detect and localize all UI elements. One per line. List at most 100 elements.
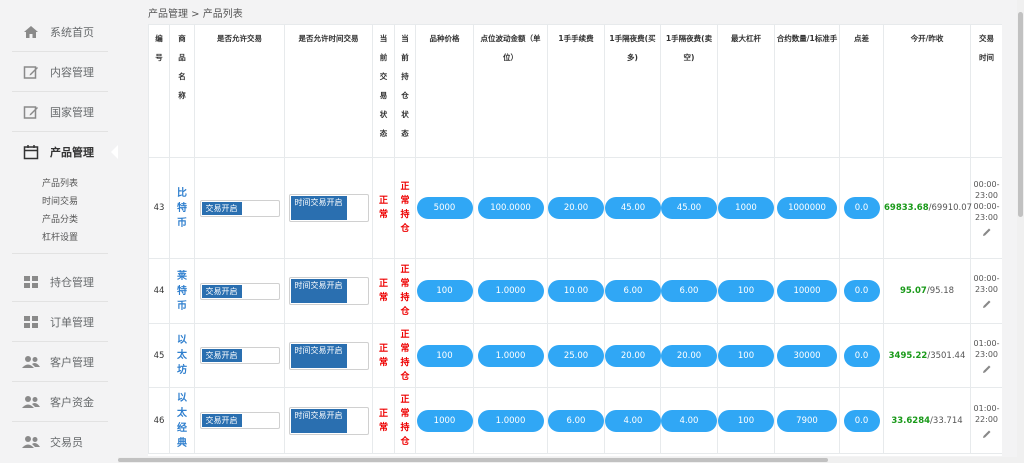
contract-pill[interactable]: 1000000: [777, 197, 837, 219]
time-trade-toggle[interactable]: 时间交易开启: [288, 341, 369, 370]
cell-point-value: 100.0000: [473, 157, 548, 259]
cell-name[interactable]: 比特币: [169, 157, 195, 259]
table-row: 45 以太坊 交易开启 时间交易开启 正常 正常持仓 100 1.0000 25…: [148, 323, 1002, 388]
contract-pill[interactable]: 7900: [777, 409, 837, 432]
cell-trade-time: 00:00-23:00 00:00-23:00: [970, 157, 1002, 259]
pencil-icon[interactable]: [982, 429, 992, 439]
price-pill[interactable]: 5000: [416, 197, 473, 219]
leverage-pill[interactable]: 100: [718, 409, 774, 432]
cell-trade-time: 01:00-23:00: [970, 323, 1002, 388]
overnight-buy-pill[interactable]: 20.00: [605, 344, 661, 367]
fee-pill[interactable]: 6.00: [548, 409, 604, 432]
open-price: 95.07: [899, 286, 927, 296]
vertical-scrollbar[interactable]: [1017, 0, 1024, 463]
cell-hold-status: 正常持仓: [394, 323, 416, 388]
header-point-value: 点位波动金额（单位）: [473, 24, 548, 158]
cell-trade-status: 正常: [372, 157, 395, 259]
header-price: 品种价格: [415, 24, 474, 158]
header-spread: 点差: [839, 24, 884, 158]
leverage-pill[interactable]: 100: [718, 280, 774, 302]
sidebar-item-product[interactable]: 产品管理: [12, 133, 108, 171]
time-trade-toggle[interactable]: 时间交易开启: [288, 277, 369, 305]
cell-name[interactable]: 莱特币: [169, 258, 195, 324]
time-trade-toggle[interactable]: 时间交易开启: [288, 406, 369, 435]
overnight-buy-pill[interactable]: 45.00: [605, 197, 661, 219]
sidebar-item-country[interactable]: 国家管理: [12, 93, 108, 132]
breadcrumb: 产品管理 > 产品列表: [148, 9, 243, 20]
spread-pill[interactable]: 0.0: [843, 280, 880, 302]
cell-leverage: 100: [717, 387, 775, 454]
spread-pill[interactable]: 0.0: [843, 197, 880, 219]
time-trade-toggle[interactable]: 时间交易开启: [288, 194, 369, 222]
contract-pill[interactable]: 30000: [777, 344, 837, 367]
leverage-pill[interactable]: 1000: [718, 197, 774, 219]
horizontal-scrollbar-thumb[interactable]: [118, 458, 828, 462]
cell-contract: 1000000: [774, 157, 840, 259]
trade-toggle[interactable]: 交易开启: [199, 412, 280, 429]
pencil-icon[interactable]: [982, 227, 992, 237]
point-value-pill[interactable]: 1.0000: [477, 344, 544, 367]
fee-pill[interactable]: 10.00: [548, 280, 604, 302]
point-value-pill[interactable]: 1.0000: [477, 409, 544, 432]
point-value-pill[interactable]: 100.0000: [477, 197, 544, 219]
header-leverage: 最大杠杆: [717, 24, 775, 158]
cell-name[interactable]: 以太经典: [169, 387, 195, 454]
price-pill[interactable]: 100: [416, 280, 473, 302]
sidebar-item-traders[interactable]: 交易员: [12, 423, 108, 461]
fee-pill[interactable]: 25.00: [548, 344, 604, 367]
sidebar: 系统首页 内容管理 国家管理 产品管理 产品列表 时间交易 产品分类 杠杆设置 …: [0, 0, 119, 463]
sidebar-item-home[interactable]: 系统首页: [12, 13, 108, 52]
cell-trade-toggle: 交易开启: [194, 323, 285, 388]
table-row: 46 以太经典 交易开启 时间交易开启 正常 正常持仓 1000 1.0000 …: [148, 387, 1002, 454]
main-content: 产品管理 > 产品列表 编号 商品名称 是否允许交易 是否允许时间交易 当前交易…: [118, 0, 1024, 463]
overnight-sell-pill[interactable]: 20.00: [661, 344, 717, 367]
spread-pill[interactable]: 0.0: [843, 344, 880, 367]
cell-trade-status: 正常: [372, 387, 395, 454]
header-allow-time-trade: 是否允许时间交易: [284, 24, 373, 158]
trade-toggle[interactable]: 交易开启: [199, 347, 280, 364]
trade-time-range: 00:00-23:00: [973, 202, 1000, 222]
cell-price: 1000: [415, 387, 474, 454]
cell-hold-status: 正常持仓: [394, 157, 416, 259]
spread-pill[interactable]: 0.0: [843, 409, 880, 432]
fee-pill[interactable]: 20.00: [548, 197, 604, 219]
sidebar-item-label: 系统首页: [50, 26, 94, 39]
sidebar-item-label: 客户管理: [50, 356, 94, 369]
overnight-buy-pill[interactable]: 6.00: [605, 280, 661, 302]
pencil-icon[interactable]: [982, 364, 992, 374]
price-pill[interactable]: 100: [416, 344, 473, 367]
sidebar-item-positions[interactable]: 持仓管理: [12, 263, 108, 302]
overnight-buy-pill[interactable]: 4.00: [605, 409, 661, 432]
cell-overnight-sell: 20.00: [660, 323, 718, 388]
sidebar-subitem-product-category[interactable]: 产品分类: [42, 212, 78, 225]
cell-trade-toggle: 交易开启: [194, 157, 285, 259]
vertical-scrollbar-thumb[interactable]: [1018, 12, 1023, 217]
pencil-icon[interactable]: [982, 299, 992, 309]
sidebar-item-customer-funds[interactable]: 客户资金: [12, 383, 108, 422]
close-price: /33.714: [930, 415, 963, 426]
cell-time-toggle: 时间交易开启: [284, 323, 373, 388]
price-pill[interactable]: 1000: [416, 409, 473, 432]
overnight-sell-pill[interactable]: 4.00: [661, 409, 717, 432]
trade-toggle[interactable]: 交易开启: [199, 199, 280, 217]
contract-pill[interactable]: 10000: [777, 280, 837, 302]
point-value-pill[interactable]: 1.0000: [477, 280, 544, 302]
open-price: 69833.68: [884, 203, 929, 213]
sidebar-subitem-leverage[interactable]: 杠杆设置: [42, 230, 78, 243]
sidebar-item-customers[interactable]: 客户管理: [12, 343, 108, 382]
overnight-sell-pill[interactable]: 45.00: [661, 197, 717, 219]
sidebar-item-content[interactable]: 内容管理: [12, 53, 108, 92]
users-icon: [22, 393, 40, 411]
cell-fee: 10.00: [547, 258, 605, 324]
cell-name[interactable]: 以太坊: [169, 323, 195, 388]
horizontal-scrollbar[interactable]: [118, 457, 1024, 463]
trade-toggle[interactable]: 交易开启: [199, 282, 280, 300]
leverage-pill[interactable]: 100: [718, 344, 774, 367]
overnight-sell-pill[interactable]: 6.00: [661, 280, 717, 302]
cell-id: 44: [148, 258, 170, 324]
sidebar-item-orders[interactable]: 订单管理: [12, 303, 108, 342]
trade-time-range: 01:00-22:00: [973, 403, 1000, 424]
sidebar-subitem-product-list[interactable]: 产品列表: [42, 176, 78, 189]
sidebar-subitem-time-trade[interactable]: 时间交易: [42, 194, 78, 207]
trade-time-range: 00:00-23:00: [973, 180, 1000, 200]
